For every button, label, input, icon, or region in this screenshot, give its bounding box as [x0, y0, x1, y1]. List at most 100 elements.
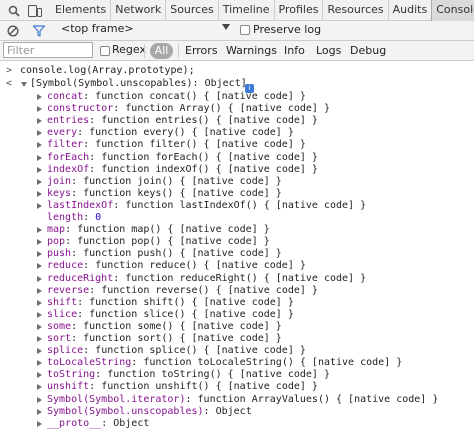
- tab-profiles[interactable]: Profiles: [273, 0, 323, 21]
- expand-triangle-icon[interactable]: [37, 348, 42, 355]
- frame-select[interactable]: <top frame>: [61, 22, 134, 35]
- property-value: function some() { [native code] }: [83, 320, 282, 332]
- property-row[interactable]: map: function map() { [native code] }: [47, 224, 270, 236]
- property-row[interactable]: every: function every() { [native code] …: [47, 127, 294, 139]
- property-row[interactable]: indexOf: function indexOf() { [native co…: [47, 164, 318, 176]
- property-key: concat: [47, 91, 84, 102]
- property-value: function splice() { [native code] }: [95, 345, 306, 357]
- expand-triangle-icon[interactable]: [37, 142, 42, 149]
- expand-triangle-icon[interactable]: [37, 408, 42, 415]
- expand-triangle-icon[interactable]: [37, 251, 42, 258]
- property-row[interactable]: length: 0: [47, 212, 101, 224]
- expand-triangle-icon[interactable]: [37, 130, 42, 137]
- expand-triangle-icon[interactable]: [37, 287, 42, 294]
- property-row[interactable]: sort: function sort() { [native code] }: [47, 333, 282, 345]
- tab-elements[interactable]: Elements: [51, 0, 110, 21]
- tab-timeline[interactable]: Timeline: [217, 0, 274, 21]
- property-key: filter: [47, 139, 84, 151]
- console-input-command[interactable]: console.log(Array.prototype);: [20, 65, 195, 77]
- property-row[interactable]: Symbol(Symbol.iterator): function ArrayV…: [47, 394, 438, 406]
- expand-triangle-icon[interactable]: [37, 323, 42, 330]
- property-row[interactable]: join: function join() { [native code] }: [47, 176, 282, 188]
- expand-triangle-icon[interactable]: [37, 202, 42, 209]
- property-separator: :: [71, 187, 84, 199]
- property-row[interactable]: concat: function concat() { [native code…: [47, 91, 306, 103]
- expand-triangle-icon[interactable]: [21, 82, 27, 87]
- tab-sources[interactable]: Sources: [165, 0, 218, 21]
- expand-triangle-icon[interactable]: [37, 372, 42, 379]
- chevron-down-icon[interactable]: [222, 24, 230, 30]
- property-row[interactable]: entries: function entries() { [native co…: [47, 115, 318, 127]
- property-row[interactable]: reverse: function reverse() { [native co…: [47, 285, 318, 297]
- property-row[interactable]: filter: function filter() { [native code…: [47, 139, 306, 151]
- errors-filter-button[interactable]: Errors: [185, 43, 218, 59]
- expand-triangle-icon[interactable]: [37, 190, 42, 197]
- property-key: length: [47, 212, 84, 223]
- all-levels-button[interactable]: All: [150, 43, 173, 59]
- property-row[interactable]: constructor: function Array() { [native …: [47, 103, 330, 115]
- property-row[interactable]: __proto__: Object: [47, 418, 149, 430]
- expand-triangle-icon[interactable]: [37, 154, 42, 161]
- expand-triangle-icon[interactable]: [37, 106, 42, 113]
- property-row[interactable]: toString: function toString() { [native …: [47, 369, 330, 381]
- property-key: push: [47, 248, 72, 260]
- expand-triangle-icon[interactable]: [37, 420, 42, 427]
- expand-triangle-icon[interactable]: [37, 118, 42, 125]
- filter-icon[interactable]: [31, 22, 47, 40]
- expand-triangle-icon[interactable]: [37, 227, 42, 234]
- property-row[interactable]: reduceRight: function reduceRight() { [n…: [47, 273, 366, 285]
- property-row[interactable]: push: function push() { [native code] }: [47, 248, 282, 260]
- property-separator: :: [77, 296, 90, 308]
- property-row[interactable]: unshift: function unshift() { [native co…: [47, 381, 318, 393]
- warnings-filter-button[interactable]: Warnings: [226, 43, 277, 59]
- property-row[interactable]: reduce: function reduce() { [native code…: [47, 260, 306, 272]
- property-row[interactable]: some: function some() { [native code] }: [47, 321, 282, 333]
- expand-triangle-icon[interactable]: [37, 94, 42, 100]
- property-row[interactable]: splice: function splice() { [native code…: [47, 345, 306, 357]
- search-icon[interactable]: [6, 0, 22, 21]
- property-separator: :: [71, 320, 84, 332]
- expand-triangle-icon[interactable]: [37, 263, 42, 270]
- property-row[interactable]: slice: function slice() { [native code] …: [47, 309, 294, 321]
- property-key: shift: [47, 296, 78, 308]
- device-mode-icon[interactable]: [26, 0, 44, 21]
- expand-triangle-icon[interactable]: [37, 360, 42, 367]
- property-key: every: [47, 127, 78, 139]
- tab-console[interactable]: Console: [431, 0, 474, 21]
- expand-triangle-icon[interactable]: [37, 178, 42, 185]
- property-value: function sort() { [native code] }: [83, 333, 282, 344]
- tab-resources[interactable]: Resources: [322, 0, 387, 21]
- property-separator: :: [89, 151, 102, 163]
- property-row[interactable]: forEach: function forEach() { [native co…: [47, 152, 318, 164]
- expand-triangle-icon[interactable]: [37, 336, 42, 342]
- debug-filter-button[interactable]: Debug: [350, 43, 386, 59]
- tab-audits[interactable]: Audits: [387, 0, 432, 21]
- object-header[interactable]: [Symbol(Symbol.unscopables): Object]: [30, 78, 247, 90]
- expand-triangle-icon[interactable]: [37, 166, 42, 173]
- property-separator: :: [65, 224, 78, 236]
- property-key: pop: [47, 236, 66, 248]
- expand-triangle-icon[interactable]: [37, 299, 42, 306]
- logs-filter-button[interactable]: Logs: [316, 43, 341, 59]
- expand-triangle-icon[interactable]: [37, 396, 42, 403]
- preserve-log-checkbox[interactable]: [240, 25, 250, 35]
- filter-input[interactable]: [3, 42, 93, 58]
- expand-triangle-icon[interactable]: [37, 275, 42, 282]
- property-row[interactable]: lastIndexOf: function lastIndexOf() { [n…: [47, 200, 366, 212]
- property-row[interactable]: keys: function keys() { [native code] }: [47, 188, 282, 200]
- property-row[interactable]: shift: function shift() { [native code] …: [47, 297, 294, 309]
- property-row[interactable]: pop: function pop() { [native code] }: [47, 236, 270, 248]
- expand-triangle-icon[interactable]: [37, 311, 42, 318]
- property-key: join: [47, 175, 72, 187]
- expand-triangle-icon[interactable]: [37, 384, 42, 391]
- clear-console-icon[interactable]: [5, 22, 21, 40]
- expand-triangle-icon[interactable]: [37, 239, 42, 246]
- tab-network[interactable]: Network: [110, 0, 165, 21]
- property-row[interactable]: Symbol(Symbol.unscopables): Object: [47, 406, 252, 418]
- property-key: unshift: [47, 381, 90, 393]
- regex-checkbox[interactable]: [100, 46, 110, 56]
- info-icon[interactable]: i: [245, 84, 254, 93]
- info-filter-button[interactable]: Info: [284, 43, 305, 59]
- console-output[interactable]: > console.log(Array.prototype); < [Symbo…: [0, 61, 474, 439]
- property-row[interactable]: toLocaleString: function toLocaleString(…: [47, 357, 402, 369]
